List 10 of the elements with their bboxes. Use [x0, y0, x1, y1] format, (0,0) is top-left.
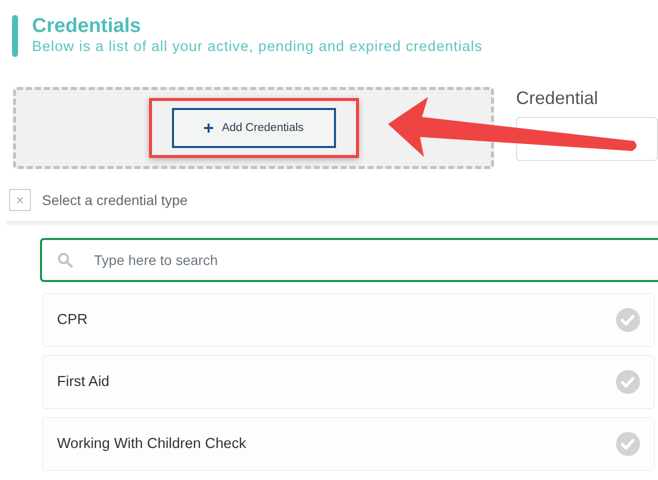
- page-subtitle: Below is a list of all your active, pending and expired credentials: [32, 38, 482, 56]
- search-field[interactable]: Type here to search: [40, 238, 658, 282]
- credential-option[interactable]: Working With Children Check: [42, 417, 655, 471]
- picker-label: Select a credential type: [42, 192, 188, 208]
- search-icon: [57, 252, 73, 268]
- accent-bar: [12, 15, 18, 57]
- credential-option[interactable]: CPR: [42, 293, 655, 347]
- credential-option[interactable]: First Aid: [42, 355, 655, 409]
- add-credentials-button[interactable]: + Add Credentials: [172, 108, 336, 148]
- page-title: Credentials: [32, 15, 142, 37]
